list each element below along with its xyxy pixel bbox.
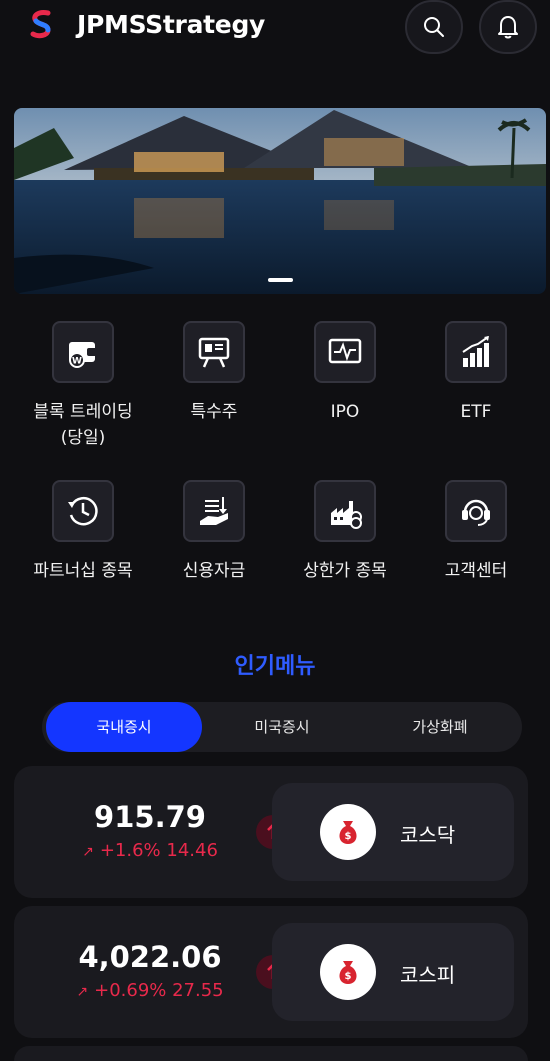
- index-change: ↗ +1.6% 14.46: [82, 840, 218, 861]
- menu-label: IPO: [330, 402, 360, 422]
- tab-domestic[interactable]: 국내증시: [46, 702, 202, 752]
- menu-block-trading[interactable]: W 블록 트레이딩 (당일): [18, 321, 148, 451]
- headset-icon: [445, 480, 507, 542]
- menu-label: ETF: [460, 402, 492, 422]
- index-value: 915.79: [94, 800, 206, 834]
- menu-label: 특수주: [190, 402, 238, 422]
- app-header: JPMSStrategy: [0, 0, 550, 54]
- money-bag-icon: $: [320, 804, 376, 860]
- svg-text:$: $: [345, 971, 352, 982]
- menu-etf[interactable]: ETF: [411, 321, 541, 425]
- trend-up-icon: ↗: [82, 844, 94, 860]
- monitor-pulse-icon: [314, 321, 376, 383]
- menu-label: 블록 트레이딩 (당일): [33, 402, 133, 448]
- menu-partnership-stocks[interactable]: 파트너십 종목: [18, 480, 148, 584]
- market-name-pill: $ 코스닥: [272, 783, 514, 881]
- wallet-icon: W: [52, 321, 114, 383]
- tab-us[interactable]: 미국증시: [204, 702, 360, 752]
- menu-label: 신용자금: [182, 561, 246, 581]
- market-card-partial[interactable]: [14, 1046, 528, 1061]
- index-change: ↗ +0.69% 27.55: [76, 980, 224, 1001]
- market-name-pill: $ 코스피: [272, 923, 514, 1021]
- search-button[interactable]: [405, 0, 463, 54]
- clock-history-icon: [52, 480, 114, 542]
- menu-customer-center[interactable]: 고객센터: [411, 480, 541, 584]
- menu-upper-limit-stocks[interactable]: 상한가 종목: [280, 480, 410, 584]
- banner-image: [14, 108, 546, 294]
- menu-special-stocks[interactable]: 특수주: [149, 321, 279, 425]
- bar-growth-icon: [445, 321, 507, 383]
- money-bag-icon: $: [320, 944, 376, 1000]
- presentation-board-icon: [183, 321, 245, 383]
- market-name: 코스닥: [400, 823, 456, 847]
- trend-up-icon: ↗: [76, 984, 89, 1000]
- popular-menu-title: 인기메뉴: [234, 654, 316, 679]
- app-logo-icon: [30, 10, 51, 39]
- menu-ipo[interactable]: IPO: [280, 321, 410, 425]
- market-card-kospi[interactable]: 4,022.06 ↗ +0.69% 27.55 $ 코스피: [14, 906, 528, 1038]
- svg-text:W: W: [72, 357, 82, 367]
- app-title: JPMSStrategy: [77, 10, 266, 39]
- hand-money-icon: [183, 480, 245, 542]
- market-tabs: 국내증시 미국증시 가상화폐: [42, 702, 522, 752]
- market-card-kosdaq[interactable]: 915.79 ↗ +1.6% 14.46 $ 코스닥: [14, 766, 528, 898]
- factory-coin-icon: [314, 480, 376, 542]
- tab-crypto[interactable]: 가상화폐: [362, 702, 518, 752]
- search-icon: [424, 17, 444, 37]
- bell-icon: [498, 16, 518, 39]
- index-value: 4,022.06: [78, 940, 222, 974]
- menu-label: 상한가 종목: [303, 561, 387, 581]
- svg-text:$: $: [345, 831, 352, 842]
- promo-banner[interactable]: [14, 108, 546, 294]
- menu-label: 파트너십 종목: [33, 561, 133, 581]
- notifications-button[interactable]: [479, 0, 537, 54]
- slide-indicator[interactable]: [268, 278, 293, 282]
- menu-credit-funds[interactable]: 신용자금: [149, 480, 279, 584]
- market-name: 코스피: [400, 963, 456, 987]
- menu-label: 고객센터: [444, 561, 508, 581]
